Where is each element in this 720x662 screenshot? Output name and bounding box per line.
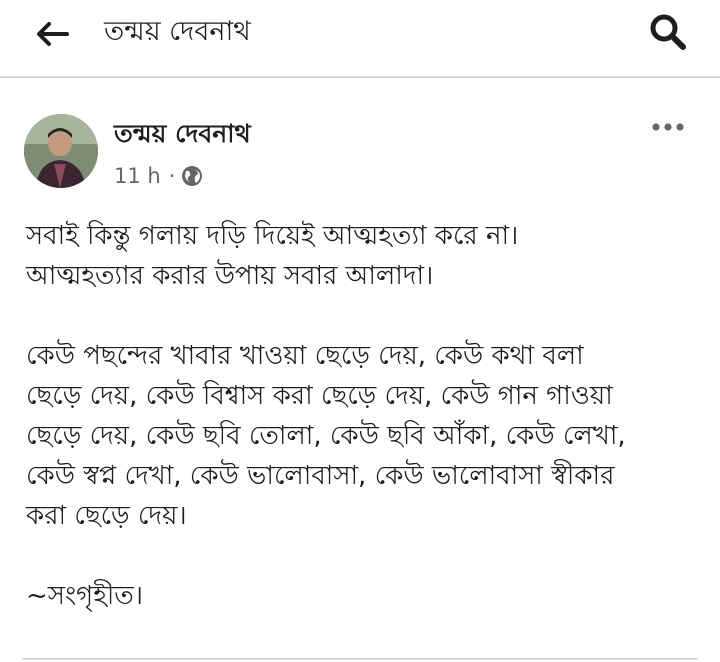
back-button[interactable] xyxy=(30,16,74,52)
search-icon xyxy=(650,14,686,50)
avatar[interactable] xyxy=(24,114,98,188)
more-options-button[interactable] xyxy=(648,114,688,140)
post-meta: 11 h · xyxy=(114,162,203,190)
author-name[interactable]: তন্ময় দেবনাথ xyxy=(114,118,251,150)
meta-separator: · xyxy=(168,164,176,188)
more-dots-icon xyxy=(652,123,684,131)
globe-icon xyxy=(182,166,203,186)
arrow-left-icon xyxy=(37,22,69,46)
search-button[interactable] xyxy=(644,10,692,54)
post-paragraph-3: ~সংগৃহীত। xyxy=(26,581,144,611)
profile-photo xyxy=(24,114,98,188)
post-paragraph-2: কেউ পছন্দের খাবার খাওয়া ছেড়ে দেয়, কেউ… xyxy=(26,341,626,531)
post-header: তন্ময় দেবনাথ 11 h · xyxy=(0,78,720,198)
post-time[interactable]: 11 h xyxy=(114,162,161,190)
post-divider xyxy=(22,658,698,660)
post-text: সবাই কিন্তু গলায় দড়ি দিয়েই আত্মহত্যা … xyxy=(26,216,706,616)
post-paragraph-1: সবাই কিন্তু গলায় দড়ি দিয়েই আত্মহত্যা … xyxy=(26,221,519,291)
page-title: তন্ময় দেবনাথ xyxy=(104,16,251,47)
top-app-bar: তন্ময় দেবনাথ xyxy=(0,0,720,78)
